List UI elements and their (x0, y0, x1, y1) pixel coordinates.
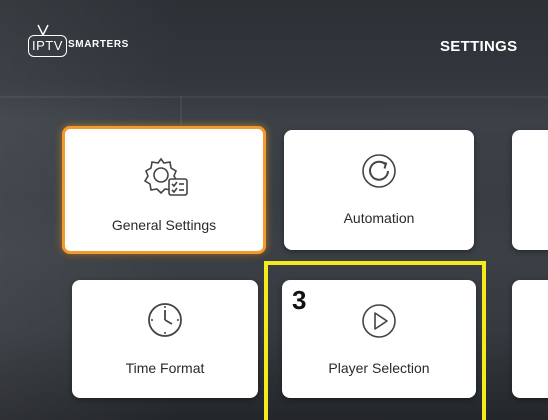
tile-label: General Settings (111, 217, 217, 233)
refresh-icon (362, 154, 396, 188)
app-logo: IPTV SMARTERS (28, 24, 168, 60)
tile-time-format[interactable]: Time Format (72, 280, 258, 398)
clock-icon (148, 303, 182, 337)
gear-checklist-icon (143, 157, 188, 196)
step-number: 3 (292, 285, 307, 315)
tile-partial-bottom-right[interactable] (512, 280, 548, 398)
logo-smarters: SMARTERS (68, 39, 129, 50)
tile-general-settings[interactable]: General Settings (62, 126, 266, 254)
background-ceiling-line (0, 96, 548, 98)
logo-iptv: IPTV (28, 35, 67, 57)
tile-automation[interactable]: Automation (284, 130, 474, 250)
page-title: SETTINGS (440, 38, 518, 55)
tile-label: Automation (343, 210, 415, 226)
tile-label: Time Format (125, 360, 205, 376)
tile-partial-top-right[interactable] (512, 130, 548, 250)
